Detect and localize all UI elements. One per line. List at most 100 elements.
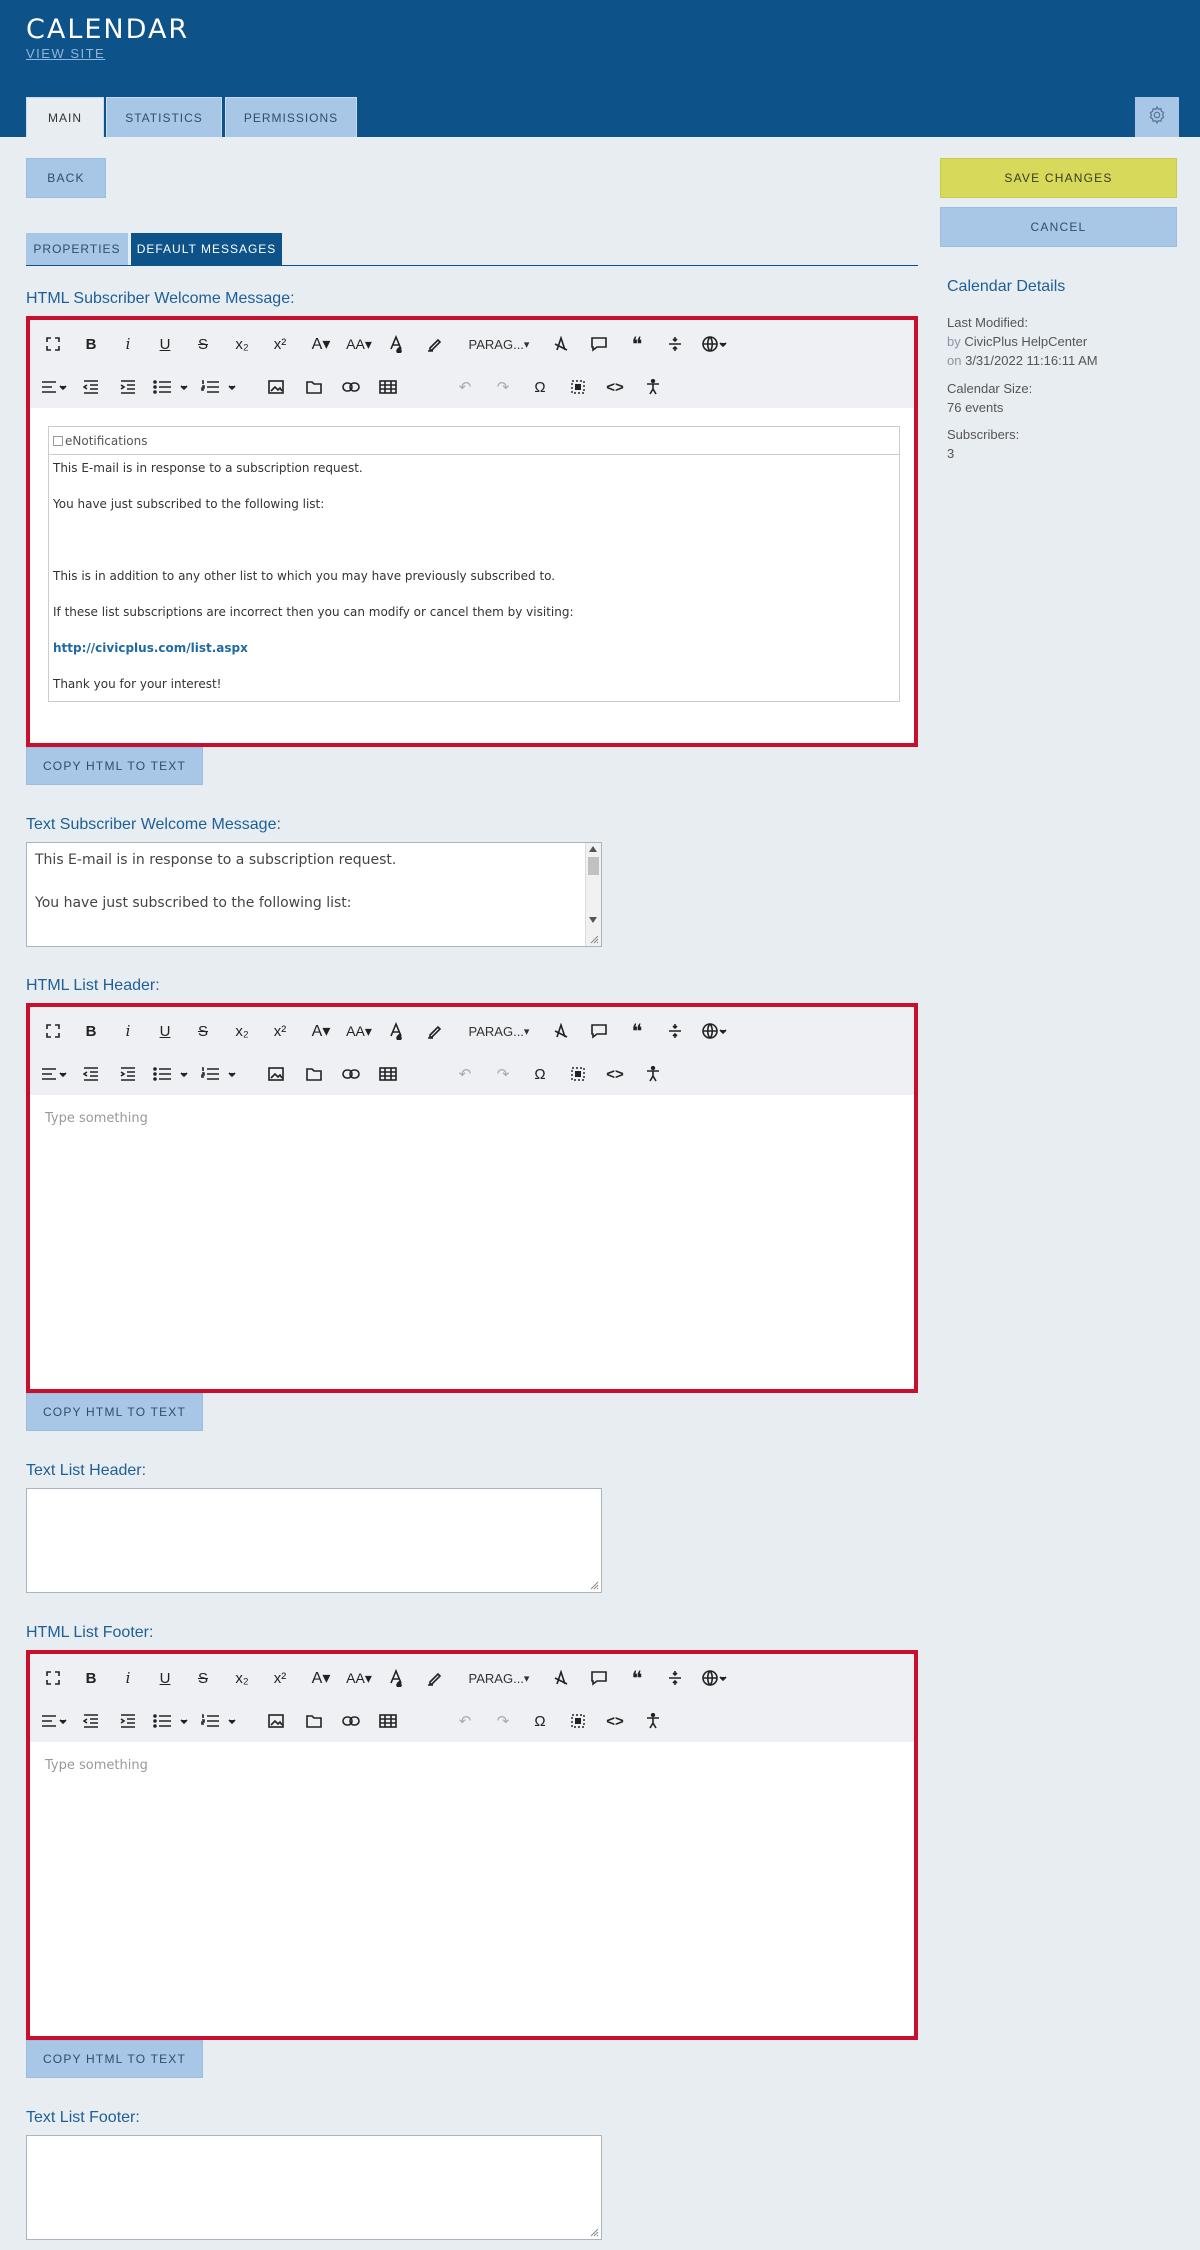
italic-icon[interactable]: i xyxy=(117,1019,139,1043)
editor-content-area[interactable]: Type something xyxy=(30,1095,914,1389)
resize-handle-icon[interactable] xyxy=(589,2227,599,2237)
back-button[interactable]: BACK xyxy=(26,158,106,198)
view-site-link[interactable]: VIEW SITE xyxy=(26,46,105,61)
insert-image-icon[interactable] xyxy=(265,375,287,399)
scrollbar[interactable] xyxy=(585,843,601,946)
scroll-up-icon[interactable] xyxy=(589,846,597,852)
text-welcome-textarea[interactable]: This E-mail is in response to a subscrip… xyxy=(26,842,602,947)
select-all-icon[interactable] xyxy=(567,375,589,399)
redo-icon[interactable]: ↷ xyxy=(492,1062,514,1086)
highlighter-icon[interactable] xyxy=(423,332,445,356)
special-characters-icon[interactable]: Ω xyxy=(529,1062,551,1086)
font-family-icon[interactable]: A▾ xyxy=(307,1666,335,1690)
select-all-icon[interactable] xyxy=(567,1062,589,1086)
insert-link-icon[interactable] xyxy=(340,375,362,399)
bold-icon[interactable]: B xyxy=(80,1666,102,1690)
editor-content-area[interactable]: Type something xyxy=(30,1742,914,2036)
outdent-icon[interactable] xyxy=(80,1062,102,1086)
html-welcome-editor[interactable]: Bi U Sx₂ x² A▾ AA▾ PARAG... ▾ ❝ ↶ ↷ Ω <> eNotificat… xyxy=(26,316,918,747)
save-changes-button[interactable]: SAVE CHANGES xyxy=(940,158,1177,198)
resize-handle-icon[interactable] xyxy=(589,1580,599,1590)
code-view-icon[interactable]: <> xyxy=(604,375,626,399)
insert-link-icon[interactable] xyxy=(340,1062,362,1086)
highlighter-icon[interactable] xyxy=(423,1666,445,1690)
align-icon[interactable] xyxy=(40,375,68,399)
bold-icon[interactable]: B xyxy=(80,1019,102,1043)
unordered-list-icon[interactable] xyxy=(152,1062,192,1086)
special-characters-icon[interactable]: Ω xyxy=(529,1709,551,1733)
insert-link-icon[interactable] xyxy=(340,1709,362,1733)
strikethrough-icon[interactable]: S xyxy=(192,1666,214,1690)
italic-icon[interactable]: i xyxy=(117,332,139,356)
resize-handle-icon[interactable] xyxy=(589,934,599,944)
redo-icon[interactable]: ↷ xyxy=(492,1709,514,1733)
code-view-icon[interactable]: <> xyxy=(604,1709,626,1733)
underline-icon[interactable]: U xyxy=(154,332,176,356)
fullscreen-icon[interactable] xyxy=(42,1019,64,1043)
paragraph-format-dropdown[interactable]: PARAG... ▾ xyxy=(458,1666,540,1690)
insert-table-icon[interactable] xyxy=(377,1709,399,1733)
insert-image-icon[interactable] xyxy=(265,1709,287,1733)
superscript-icon[interactable]: x² xyxy=(268,1019,292,1043)
strikethrough-icon[interactable]: S xyxy=(192,332,214,356)
subscript-icon[interactable]: x₂ xyxy=(230,1019,254,1043)
tab-main[interactable]: MAIN xyxy=(26,97,104,137)
scroll-down-icon[interactable] xyxy=(589,917,597,923)
indent-icon[interactable] xyxy=(117,1062,139,1086)
accessibility-icon[interactable] xyxy=(642,375,664,399)
horizontal-line-icon[interactable] xyxy=(664,332,686,356)
font-size-icon[interactable]: AA▾ xyxy=(342,332,376,356)
clear-formatting-icon[interactable] xyxy=(550,1019,572,1043)
font-family-icon[interactable]: A▾ xyxy=(307,1019,335,1043)
font-family-icon[interactable]: A▾ xyxy=(307,332,335,356)
editor-content-area[interactable]: eNotifications This E-mail is in respons… xyxy=(30,408,914,743)
redo-icon[interactable]: ↷ xyxy=(492,375,514,399)
html-footer-editor[interactable]: Bi U Sx₂ x² A▾ AA▾ PARAG... ▾ ❝ ↶ ↷ Ω <> Type somet… xyxy=(26,1650,918,2040)
blockquote-icon[interactable]: ❝ xyxy=(626,1666,648,1690)
comment-icon[interactable] xyxy=(587,1666,611,1690)
horizontal-line-icon[interactable] xyxy=(664,1019,686,1043)
fullscreen-icon[interactable] xyxy=(42,1666,64,1690)
blockquote-icon[interactable]: ❝ xyxy=(626,332,648,356)
horizontal-line-icon[interactable] xyxy=(664,1666,686,1690)
cancel-button[interactable]: CANCEL xyxy=(940,207,1177,247)
tab-default-messages[interactable]: DEFAULT MESSAGES xyxy=(131,233,282,265)
superscript-icon[interactable]: x² xyxy=(268,332,292,356)
comment-icon[interactable] xyxy=(587,332,611,356)
tab-permissions[interactable]: PERMISSIONS xyxy=(225,97,357,137)
outdent-icon[interactable] xyxy=(80,375,102,399)
undo-icon[interactable]: ↶ xyxy=(454,375,476,399)
text-header-textarea[interactable] xyxy=(26,1488,602,1593)
ordered-list-icon[interactable] xyxy=(200,1709,240,1733)
accessibility-icon[interactable] xyxy=(642,1062,664,1086)
paragraph-format-dropdown[interactable]: PARAG... ▾ xyxy=(458,332,540,356)
text-color-icon[interactable] xyxy=(385,1019,407,1043)
insert-file-icon[interactable] xyxy=(303,1062,325,1086)
language-globe-icon[interactable] xyxy=(698,1019,730,1043)
select-all-icon[interactable] xyxy=(567,1709,589,1733)
subscript-icon[interactable]: x₂ xyxy=(230,332,254,356)
superscript-icon[interactable]: x² xyxy=(268,1666,292,1690)
align-icon[interactable] xyxy=(40,1709,68,1733)
text-color-icon[interactable] xyxy=(385,332,407,356)
indent-icon[interactable] xyxy=(117,1709,139,1733)
list-link[interactable]: http://civicplus.com/list.aspx xyxy=(53,641,248,655)
insert-image-icon[interactable] xyxy=(265,1062,287,1086)
undo-icon[interactable]: ↶ xyxy=(454,1709,476,1733)
fullscreen-icon[interactable] xyxy=(42,332,64,356)
welcome-message-content[interactable]: eNotifications This E-mail is in respons… xyxy=(48,426,900,702)
tab-statistics[interactable]: STATISTICS xyxy=(106,97,222,137)
blockquote-icon[interactable]: ❝ xyxy=(626,1019,648,1043)
code-view-icon[interactable]: <> xyxy=(604,1062,626,1086)
accessibility-icon[interactable] xyxy=(642,1709,664,1733)
indent-icon[interactable] xyxy=(117,375,139,399)
html-header-editor[interactable]: Bi U Sx₂ x² A▾ AA▾ PARAG... ▾ ❝ ↶ ↷ Ω <> Type somet… xyxy=(26,1003,918,1393)
italic-icon[interactable]: i xyxy=(117,1666,139,1690)
copy-html-to-text-button[interactable]: COPY HTML TO TEXT xyxy=(26,1393,203,1431)
copy-html-to-text-button[interactable]: COPY HTML TO TEXT xyxy=(26,747,203,785)
ordered-list-icon[interactable] xyxy=(200,375,240,399)
insert-table-icon[interactable] xyxy=(377,375,399,399)
scroll-thumb[interactable] xyxy=(588,857,599,875)
font-size-icon[interactable]: AA▾ xyxy=(342,1019,376,1043)
outdent-icon[interactable] xyxy=(80,1709,102,1733)
